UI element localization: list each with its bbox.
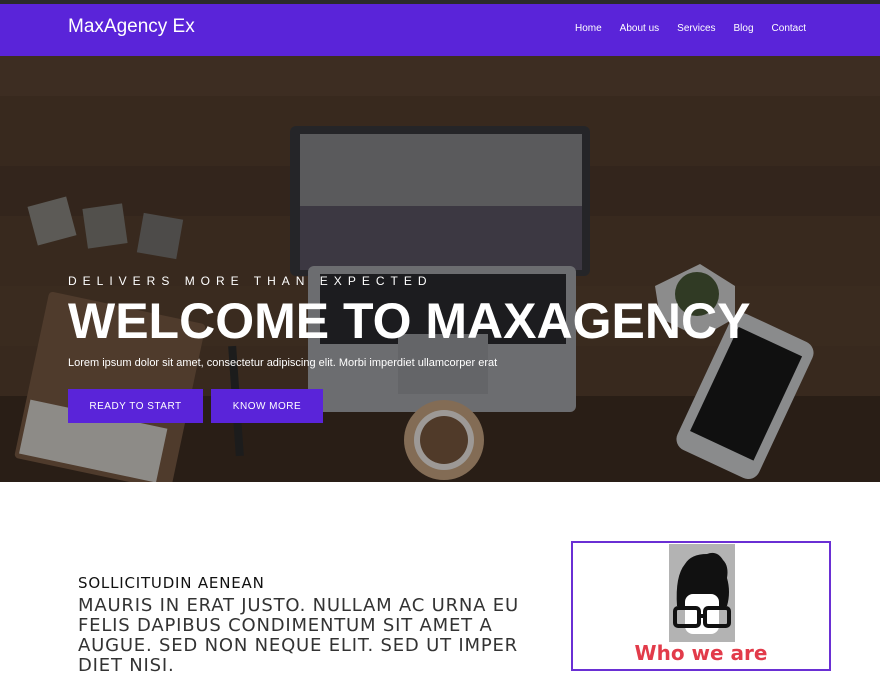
section-kicker: SOLLICITUDIN AENEAN xyxy=(78,574,265,592)
hero-section: DELIVERS MORE THAN EXPECTED WELCOME TO M… xyxy=(0,56,880,482)
nav-blog[interactable]: Blog xyxy=(734,23,754,34)
brand-logo[interactable]: MaxAgency Ex xyxy=(68,16,195,38)
who-we-are-card: Who we are xyxy=(571,541,831,671)
main-nav: Home About us Services Blog Contact xyxy=(575,23,806,34)
nav-services[interactable]: Services xyxy=(677,23,715,34)
know-more-button[interactable]: KNOW MORE xyxy=(211,389,323,423)
hero-lead-text: Lorem ipsum dolor sit amet, consectetur … xyxy=(68,357,498,369)
nav-contact[interactable]: Contact xyxy=(772,23,806,34)
avatar xyxy=(669,544,735,642)
about-section: SOLLICITUDIN AENEAN MAURIS IN ERAT JUSTO… xyxy=(0,482,880,676)
nav-home[interactable]: Home xyxy=(575,23,602,34)
hero-headline: WELCOME TO MAXAGENCY xyxy=(68,293,751,349)
hero-tagline: DELIVERS MORE THAN EXPECTED xyxy=(68,274,433,288)
card-title: Who we are xyxy=(634,641,768,665)
section-body: MAURIS IN ERAT JUSTO. NULLAM AC URNA EU … xyxy=(78,595,519,676)
nav-about[interactable]: About us xyxy=(620,23,659,34)
avatar-illustration-icon xyxy=(669,544,735,642)
navbar: MaxAgency Ex Home About us Services Blog… xyxy=(0,4,880,56)
ready-to-start-button[interactable]: READY TO START xyxy=(68,389,203,423)
